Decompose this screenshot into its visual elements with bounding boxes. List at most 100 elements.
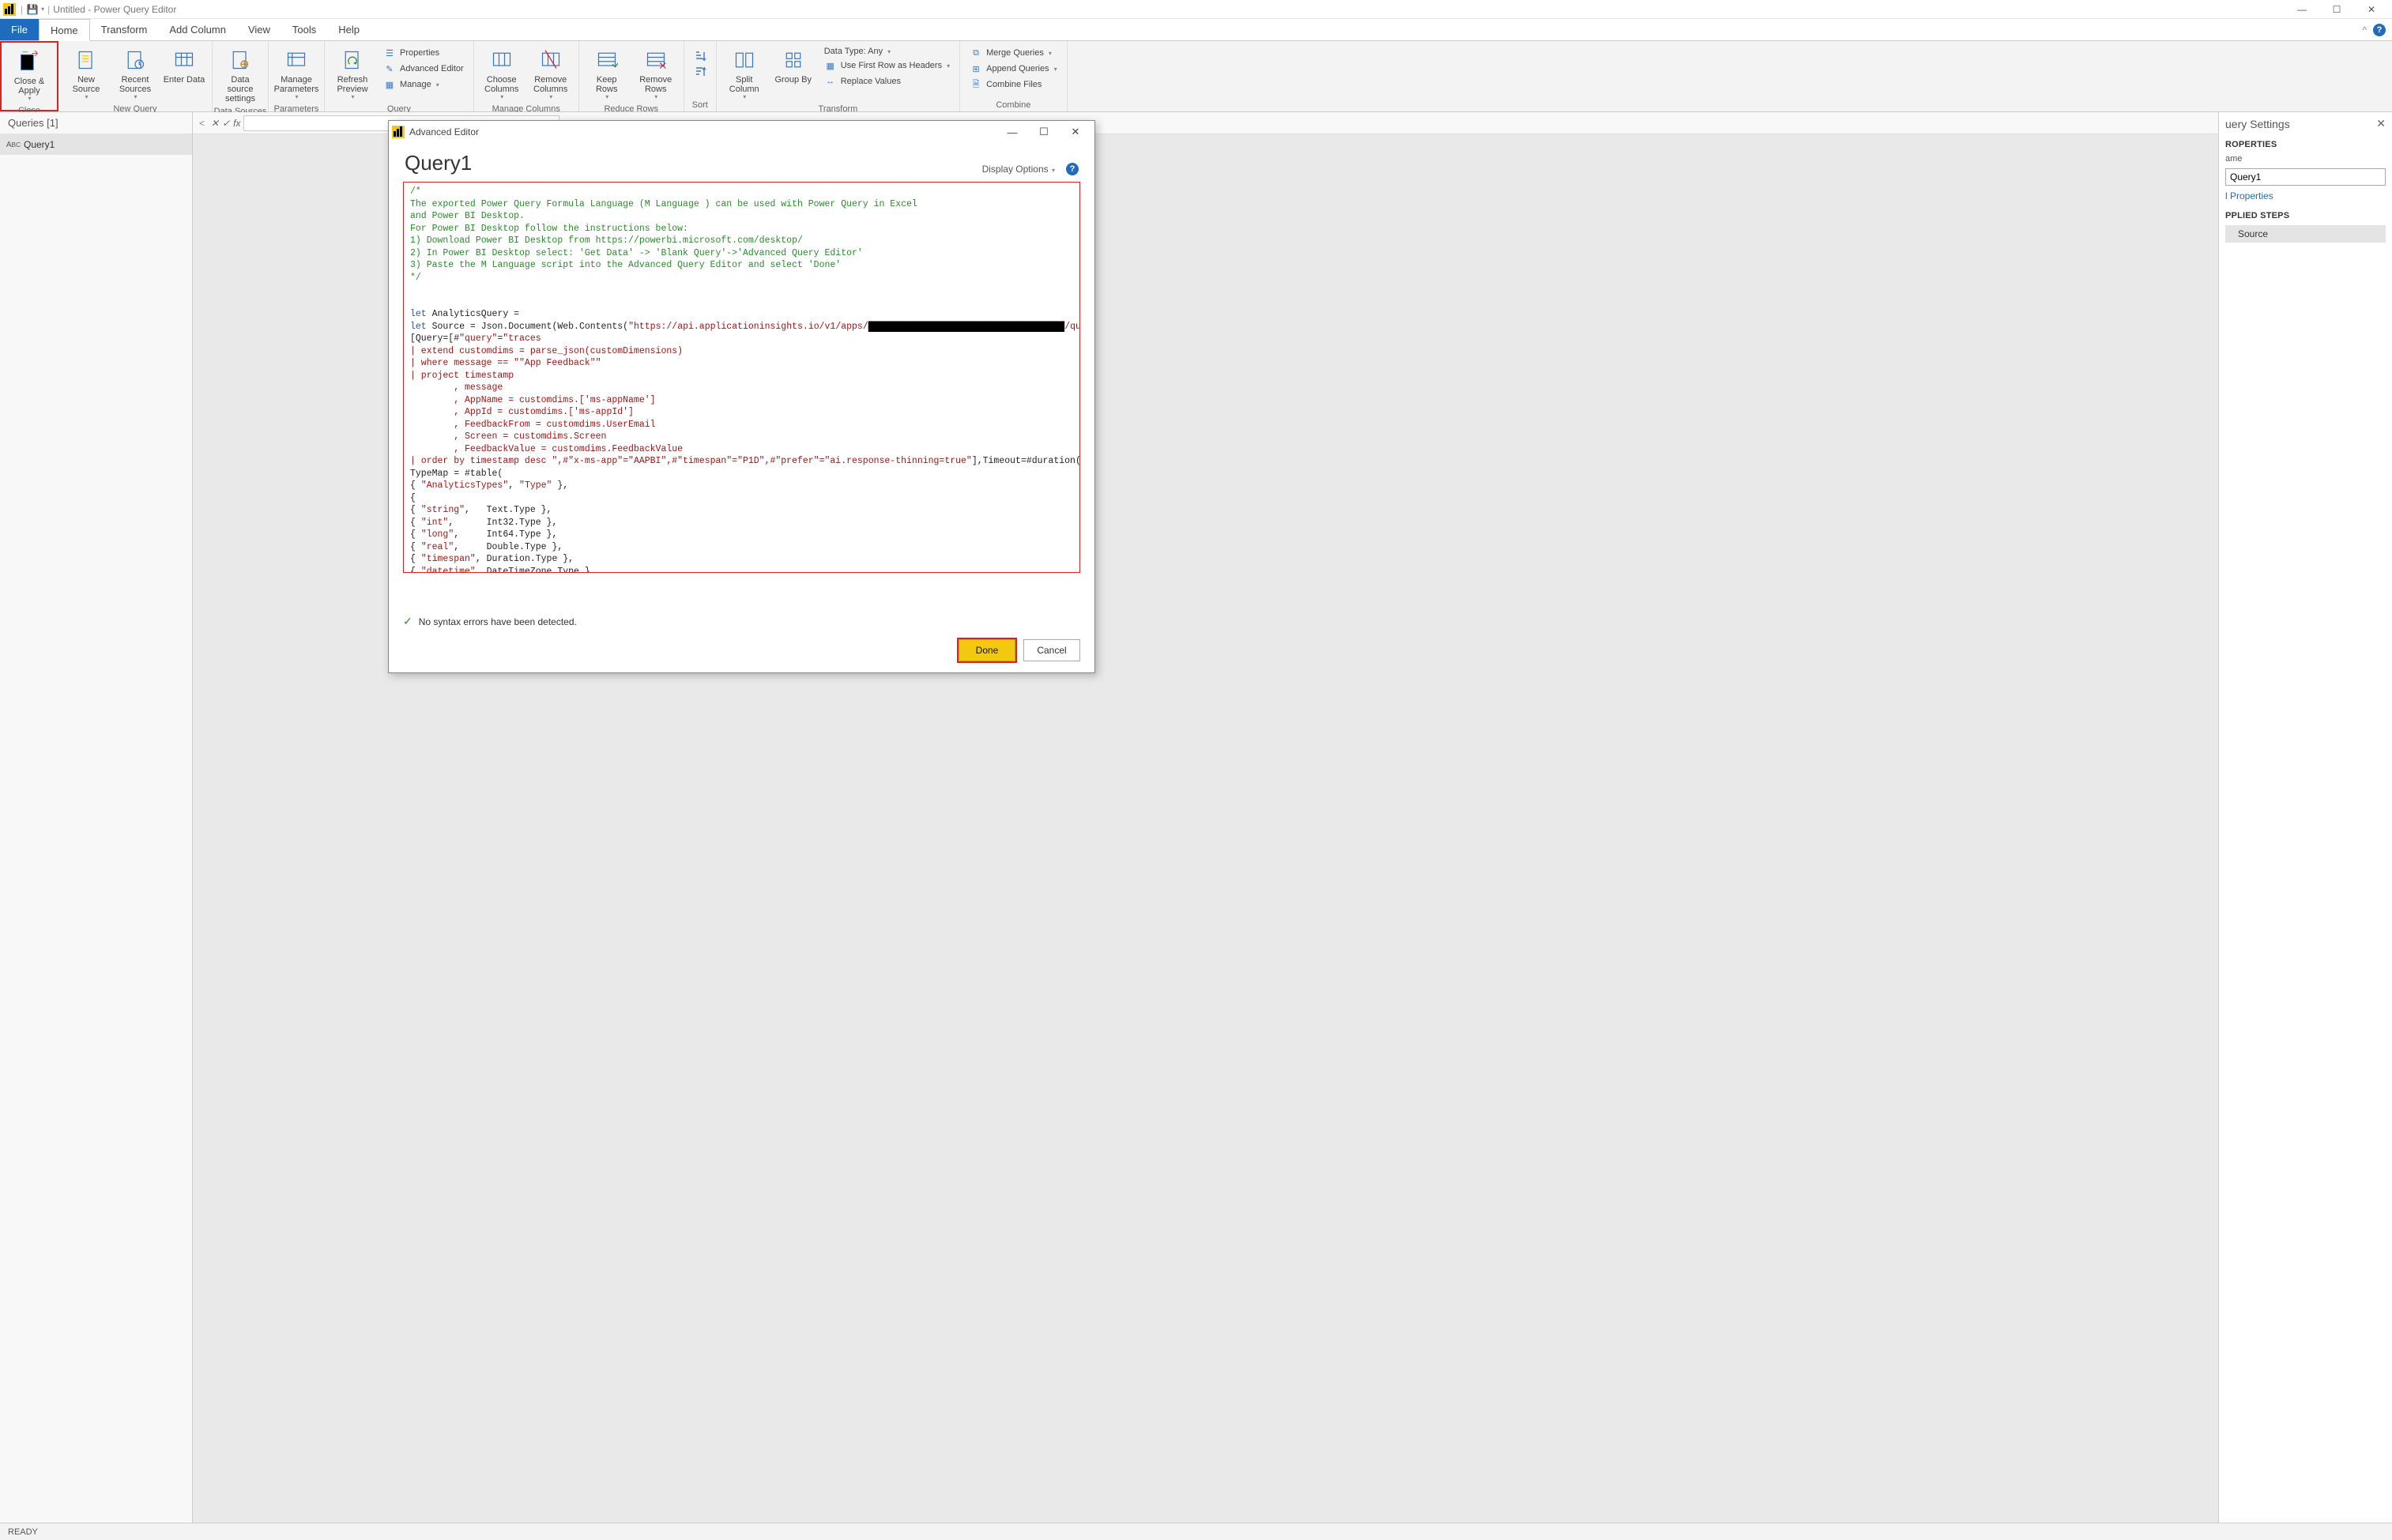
first-row-headers-icon: ▦ [824,59,837,72]
query-item[interactable]: ABC Query1 [0,134,192,155]
menubar: File Home Transform Add Column View Tool… [0,19,2392,41]
combine-files-button[interactable]: 🗎Combine Files [968,77,1059,92]
dialog-maximize-button[interactable]: ☐ [1028,122,1060,142]
recent-sources-button[interactable]: Recent Sources▾ [112,44,158,103]
remove-rows-icon [643,47,669,73]
accept-icon[interactable]: ✓ [222,118,230,129]
choose-columns-icon [489,47,514,73]
query-settings-pane: uery Settings ✕ ROPERTIES ame l Properti… [2218,112,2392,1523]
refresh-preview-button[interactable]: Refresh Preview▾ [330,44,375,103]
merge-queries-button[interactable]: ⧉Merge Queries▾ [968,46,1059,60]
data-type-button[interactable]: Data Type: Any▾ [823,46,951,57]
collapse-queries-icon[interactable]: < [199,118,205,129]
combine-files-icon: 🗎 [970,78,982,91]
titlebar-separator: | [47,4,50,15]
ribbon-group-parameters: Manage Parameters▾ Parameters [269,41,325,111]
center-pane: < ✕ ✓ fx Advanced Editor — ☐ ✕ Query1 [193,112,2218,1523]
redacted-app-id: ████████████████████████████████████ [868,322,1064,332]
dialog-minimize-button[interactable]: — [996,122,1028,142]
close-apply-button[interactable]: Close & Apply▾ [6,46,52,104]
manage-parameters-button[interactable]: Manage Parameters▾ [273,44,319,103]
status-text: READY [8,1527,38,1537]
group-by-button[interactable]: Group By [770,44,816,86]
append-queries-icon: ⊞ [970,62,982,75]
ribbon-group-close: Close & Apply▾ Close [0,41,58,111]
properties-button[interactable]: ☰Properties [382,46,465,60]
maximize-button[interactable]: ☐ [2319,0,2354,19]
queries-pane: Queries [1] ABC Query1 [0,112,193,1523]
applied-steps-list: Source [2225,225,2386,243]
tab-file[interactable]: File [0,19,39,40]
dialog-header: Query1 Display Options ▾ ? [389,143,1094,182]
code-editor[interactable]: /* The exported Power Query Formula Lang… [403,182,1080,573]
qat-dropdown-icon[interactable]: ▾ [41,6,44,13]
applied-step-item[interactable]: Source [2225,225,2386,243]
ribbon-group-transform: Split Column▾ Group By Data Type: Any▾ ▦… [717,41,960,111]
replace-values-button[interactable]: ↔Replace Values [823,74,951,88]
settings-pane-header: uery Settings [2225,118,2290,130]
sort-desc-button[interactable] [692,65,708,79]
append-queries-button[interactable]: ⊞Append Queries▾ [968,62,1059,76]
dialog-close-button[interactable]: ✕ [1060,122,1091,142]
query-item-label: Query1 [24,139,55,150]
split-column-button[interactable]: Split Column▾ [721,44,767,103]
sort-asc-icon [694,50,706,62]
ribbon-group-sort: Sort [684,41,717,111]
check-icon: ✓ [403,615,412,628]
tab-tools[interactable]: Tools [281,19,327,40]
tab-view[interactable]: View [237,19,281,40]
enter-data-icon [171,47,197,73]
manage-icon: ▦ [383,78,396,91]
done-button[interactable]: Done [959,639,1015,661]
ribbon-collapse-icon[interactable]: ^ [2362,24,2367,36]
dialog-status-row: ✓ No syntax errors have been detected. [389,610,1094,633]
data-source-settings-button[interactable]: Data source settings [217,44,263,105]
enter-data-button[interactable]: Enter Data [161,44,207,86]
manage-button[interactable]: ▦Manage▾ [382,77,465,92]
recent-sources-icon [122,47,148,73]
advanced-editor-button[interactable]: ✎Advanced Editor [382,62,465,76]
tab-help[interactable]: Help [327,19,371,40]
tab-home[interactable]: Home [39,19,90,41]
first-row-headers-button[interactable]: ▦Use First Row as Headers▾ [823,58,951,73]
cancel-button[interactable]: Cancel [1023,639,1080,661]
minimize-button[interactable]: — [2285,0,2319,19]
ribbon-group-label: Combine [960,99,1067,111]
name-label: ame [2225,154,2386,164]
query-name-input[interactable] [2225,168,2386,186]
tab-add-column[interactable]: Add Column [158,19,237,40]
keep-rows-button[interactable]: Keep Rows▾ [584,44,630,103]
all-properties-link[interactable]: l Properties [2225,190,2386,201]
workspace: Queries [1] ABC Query1 < ✕ ✓ fx Advanced… [0,112,2392,1523]
dialog-help-icon[interactable]: ? [1066,163,1079,175]
help-icon[interactable]: ? [2373,24,2386,36]
fx-label[interactable]: fx [233,118,240,129]
close-settings-icon[interactable]: ✕ [2376,117,2386,130]
refresh-icon [340,47,365,73]
choose-columns-button[interactable]: Choose Columns▾ [479,44,525,103]
tab-transform[interactable]: Transform [90,19,159,40]
dialog-footer: Done Cancel [389,633,1094,672]
data-source-settings-icon [228,47,253,73]
properties-section-title: ROPERTIES [2225,140,2386,149]
titlebar: | 💾 ▾ | Untitled - Power Query Editor — … [0,0,2392,19]
ribbon-group-new-query: New Source▾ Recent Sources▾ Enter Data N… [58,41,213,111]
ribbon-group-query: Refresh Preview▾ ☰Properties ✎Advanced E… [325,41,474,111]
cancel-icon[interactable]: ✕ [211,118,219,129]
dialog-app-icon [392,126,405,138]
sort-asc-button[interactable] [692,49,708,63]
dialog-query-name: Query1 [405,151,472,175]
save-icon[interactable]: 💾 [26,3,39,16]
dialog-titlebar: Advanced Editor — ☐ ✕ [389,121,1094,143]
ribbon: Close & Apply▾ Close New Source▾ Recent … [0,41,2392,112]
titlebar-separator: | [21,4,23,15]
app-icon [3,3,16,16]
ribbon-group-reduce-rows: Keep Rows▾ Remove Rows▾ Reduce Rows [579,41,684,111]
remove-columns-button[interactable]: Remove Columns▾ [528,44,574,103]
close-button[interactable]: ✕ [2354,0,2389,19]
display-options-button[interactable]: Display Options ▾ [982,164,1055,175]
remove-rows-button[interactable]: Remove Rows▾ [633,44,679,103]
advanced-editor-icon: ✎ [383,62,396,75]
ribbon-group-combine: ⧉Merge Queries▾ ⊞Append Queries▾ 🗎Combin… [960,41,1068,111]
new-source-button[interactable]: New Source▾ [63,44,109,103]
